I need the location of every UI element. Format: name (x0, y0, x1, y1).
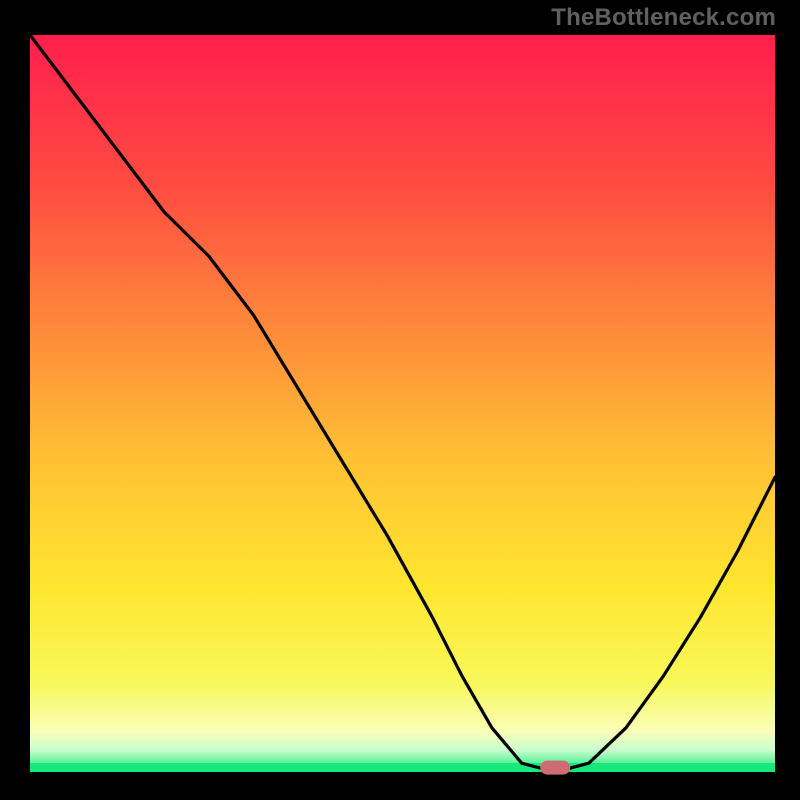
chart-frame: TheBottleneck.com (0, 0, 800, 800)
current-config-marker[interactable] (540, 761, 570, 775)
bottleneck-chart (0, 0, 800, 800)
optimal-zone-strip (30, 763, 775, 772)
plot-gradient-background (30, 35, 775, 772)
